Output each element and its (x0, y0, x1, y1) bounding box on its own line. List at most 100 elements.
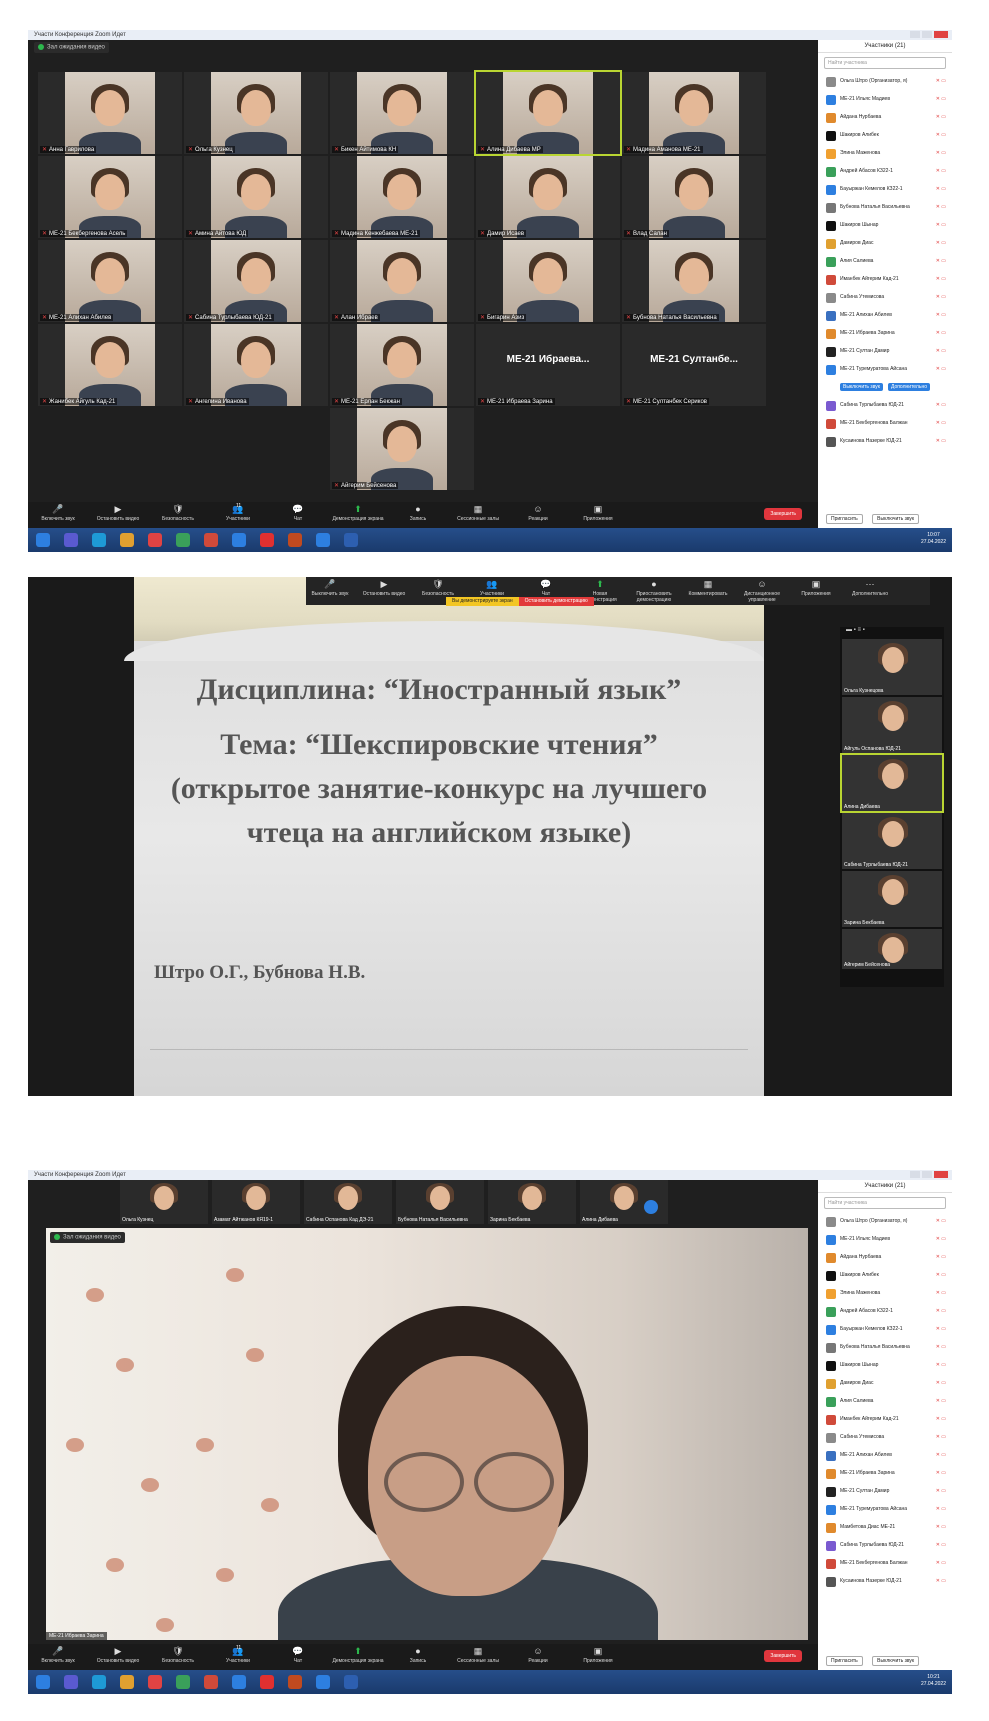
toolbar-button[interactable]: 🛡 Безопасность (148, 504, 208, 522)
participant-row[interactable]: МЕ-21 Султан Дамир ✕ ▭ (818, 1483, 952, 1501)
participant-row[interactable]: МЕ-21 Ибраева Зарина ✕ ▭ (818, 325, 952, 343)
participant-row[interactable]: Бауыржан Кемелов КЗ22-1 ✕ ▭ (818, 1321, 952, 1339)
participant-row[interactable]: Элина Маженова ✕ ▭ (818, 145, 952, 163)
invite-button[interactable]: Пригласить (826, 514, 863, 524)
participant-row[interactable]: МЕ-21 Бекбергенова Балжан ✕ ▭ (818, 415, 952, 433)
stop-share-button[interactable]: Остановить демонстрацию (518, 597, 594, 606)
participant-thumbnail[interactable]: Сабина Оспанова Кад ДЭ-21 (304, 1180, 392, 1224)
maximize-icon[interactable] (922, 31, 932, 38)
participant-thumbnail[interactable]: Азамат Айтжанов КЯ19-1 (212, 1180, 300, 1224)
taskbar-app-icon[interactable] (288, 533, 302, 547)
next-page-icon[interactable] (644, 1200, 658, 1214)
participant-thumbnail[interactable]: Ольга Кузнец (120, 1180, 208, 1224)
taskbar-app-icon[interactable] (120, 533, 134, 547)
participant-row[interactable]: Мамбетова Диас МЕ-21 ✕ ▭ (818, 1519, 952, 1537)
taskbar-app-icon[interactable] (176, 1675, 190, 1689)
participant-row[interactable]: Шакиров Шынар ✕ ▭ (818, 217, 952, 235)
taskbar-app-icon[interactable] (204, 1675, 218, 1689)
toolbar-button[interactable]: 🛡 Безопасность (148, 1646, 208, 1664)
participant-row[interactable]: МЕ-21 Ибраева Зарина ✕ ▭ (818, 1465, 952, 1483)
toolbar-button[interactable]: ☺ Дистанционное управление (738, 579, 786, 603)
participant-tile[interactable]: ✕ Сабина Турлыбаева ЮД-21 (184, 240, 328, 322)
taskbar-app-icon[interactable] (316, 1675, 330, 1689)
toolbar-button[interactable]: ▶ Остановить видео (88, 1646, 148, 1664)
more-button[interactable]: Дополнительно (888, 383, 930, 391)
toolbar-button[interactable]: ▦ Сессионные залы (448, 504, 508, 522)
taskbar-app-icon[interactable] (36, 533, 50, 547)
toolbar-button[interactable]: ▣ Приложения (792, 579, 840, 597)
participant-tile[interactable]: ✕ Айгерим Бейсенова (330, 408, 474, 490)
participant-tile[interactable]: ✕ МЕ-21 Бекбергенова Асель (38, 156, 182, 238)
participant-row[interactable]: Сабина Турлыбаева ЮД-21 ✕ ▭ (818, 397, 952, 415)
participant-thumbnail[interactable]: Бубнова Наталья Васильевна (396, 1180, 484, 1224)
participant-tile[interactable]: ✕ Бубнова Наталья Васильевна (622, 240, 766, 322)
participant-row[interactable]: Бубнова Наталья Васильевна ✕ ▭ (818, 199, 952, 217)
participant-row[interactable]: МЕ-21 Ильяс Мадиев ✕ ▭ (818, 1231, 952, 1249)
participant-tile[interactable]: Айгуль Оспанова ЮД-21 (842, 697, 942, 753)
toolbar-button[interactable]: ● Запись (388, 504, 448, 522)
participant-row[interactable]: Андрей Абасов КЗ22-1 ✕ ▭ (818, 1303, 952, 1321)
participant-tile[interactable]: ✕ Ольга Кузнец (184, 72, 328, 154)
toolbar-button[interactable]: 💬 Чат (268, 504, 328, 522)
taskbar-app-icon[interactable] (316, 533, 330, 547)
mute-all-button[interactable]: Выключить звук (840, 383, 883, 391)
participant-row[interactable]: Алия Салиева ✕ ▭ (818, 253, 952, 271)
minimize-icon[interactable] (910, 31, 920, 38)
participant-tile[interactable]: ✕ Бикен Айтимова КН (330, 72, 474, 154)
participant-row[interactable]: Алия Салиева ✕ ▭ (818, 1393, 952, 1411)
participant-tile[interactable]: ME-21 Ибраева... ✕ МЕ-21 Ибраева Зарина (476, 324, 620, 406)
participant-tile[interactable]: ✕ Ангелина Иванова (184, 324, 328, 406)
participant-thumbnail[interactable]: Зарина Бекбаева (488, 1180, 576, 1224)
participant-tile[interactable]: ✕ Амина Айтова ЮД (184, 156, 328, 238)
taskbar-app-icon[interactable] (92, 533, 106, 547)
taskbar-app-icon[interactable] (148, 1675, 162, 1689)
participant-row[interactable]: Ольга Штро (Организатор, я) ✕ ▭ (818, 73, 952, 91)
participant-row[interactable]: Бауыржан Кемелов КЗ22-1 ✕ ▭ (818, 181, 952, 199)
participant-row[interactable]: Айдана Нурбаева ✕ ▭ (818, 109, 952, 127)
participant-search-input[interactable]: Найти участника (824, 57, 946, 69)
toolbar-button[interactable]: ⋯ Дополнительно (846, 579, 894, 597)
participant-row[interactable]: Элина Маженова ✕ ▭ (818, 1285, 952, 1303)
participant-row[interactable]: МЕ-21 Ильяс Мадиев ✕ ▭ (818, 91, 952, 109)
taskbar-app-icon[interactable] (64, 533, 78, 547)
participant-row[interactable]: МЕ-21 Туремуратова Айсана ✕ ▭ (818, 361, 952, 379)
participant-tile[interactable]: Айгерим Бейсенова (842, 929, 942, 969)
toolbar-button[interactable]: ● Запись (388, 1646, 448, 1664)
participant-row[interactable]: Сабина Утемисова ✕ ▭ (818, 1429, 952, 1447)
toolbar-button[interactable]: ⬆ Демонстрация экрана (328, 504, 388, 522)
participant-tile[interactable]: ✕ МЕ-21 Алихан Абилев (38, 240, 182, 322)
participant-row[interactable]: МЕ-21 Туремуратова Айсана ✕ ▭ (818, 1501, 952, 1519)
participant-tile[interactable]: Сабина Турлыбаева ЮД-21 (842, 813, 942, 869)
participant-row[interactable]: Айдана Нурбаева ✕ ▭ (818, 1249, 952, 1267)
participant-row[interactable]: Шакиров Алибек ✕ ▭ (818, 1267, 952, 1285)
taskbar-app-icon[interactable] (176, 533, 190, 547)
invite-button[interactable]: Пригласить (826, 1656, 863, 1666)
participant-row[interactable]: Иманбек Айгерим Кад-21 ✕ ▭ (818, 1411, 952, 1429)
participant-row[interactable]: Сабина Утемисова ✕ ▭ (818, 289, 952, 307)
toolbar-button[interactable]: ● Приостановить демонстрацию (630, 579, 678, 603)
taskbar-app-icon[interactable] (204, 533, 218, 547)
toolbar-button[interactable]: ☺ Реакции (508, 504, 568, 522)
participant-tile[interactable]: ✕ Дамир Исаев (476, 156, 620, 238)
participant-tile[interactable]: ✕ Влад Салан (622, 156, 766, 238)
taskbar-app-icon[interactable] (288, 1675, 302, 1689)
toolbar-button[interactable]: 🎤 Включить звук (28, 504, 88, 522)
taskbar-app-icon[interactable] (344, 533, 358, 547)
close-icon[interactable] (934, 1171, 948, 1178)
taskbar-app-icon[interactable] (260, 533, 274, 547)
end-meeting-button[interactable]: Завершить (764, 1650, 802, 1662)
mute-all-footer-button[interactable]: Выключить звук (872, 1656, 920, 1666)
participant-tile[interactable]: ✕ Алина Дибаева МР (474, 70, 622, 156)
participant-row[interactable]: Иманбек Айгерим Кад-21 ✕ ▭ (818, 271, 952, 289)
toolbar-button[interactable]: ☺ Реакции (508, 1646, 568, 1664)
participant-tile[interactable]: ✕ Жанибек Айгуль Кад-21 (38, 324, 182, 406)
toolbar-button[interactable]: 👥 Участники (468, 579, 516, 597)
participant-row[interactable]: Бубнова Наталья Васильевна ✕ ▭ (818, 1339, 952, 1357)
participant-row[interactable]: Кусаинова Назерке ЮД-21 ✕ ▭ (818, 433, 952, 451)
toolbar-button[interactable]: ⬆ Демонстрация экрана (328, 1646, 388, 1664)
participant-tile[interactable]: Алина Дибаева (840, 753, 944, 813)
toolbar-button[interactable]: ▣ Приложения (568, 1646, 628, 1664)
participant-tile[interactable]: Ольга Кузнецова (842, 639, 942, 695)
participant-tile[interactable]: Зарина Бекбаева (842, 871, 942, 927)
participant-tile[interactable]: ✕ МЕ-21 Ерлан Бекжан (330, 324, 474, 406)
